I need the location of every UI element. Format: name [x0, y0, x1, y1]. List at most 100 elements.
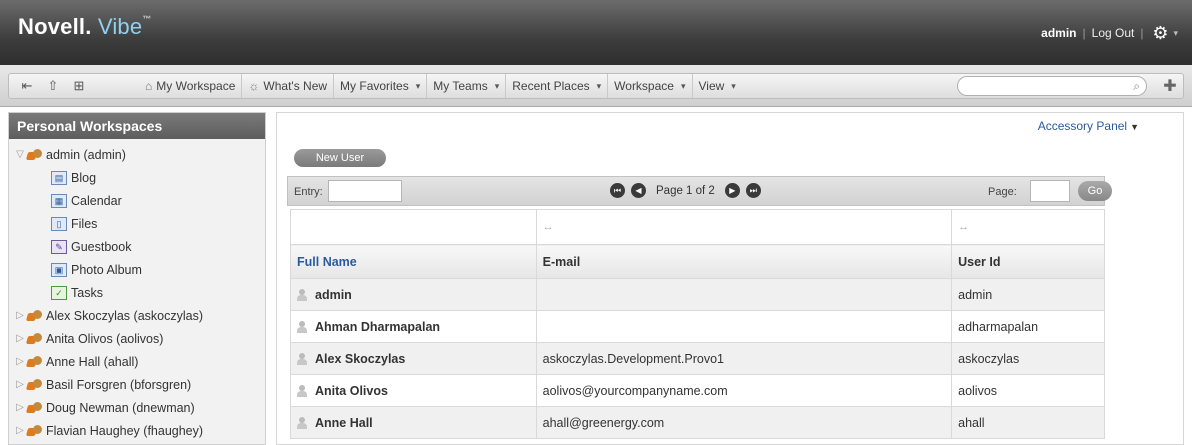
separator: | — [1082, 26, 1086, 40]
cell-full-name: Ahman Dharmapalan — [290, 310, 537, 343]
sun-icon: ☼ — [248, 79, 260, 93]
tree-person[interactable]: ▷ Flavian Haughey (fhaughey) — [9, 419, 265, 442]
tree-icon[interactable]: ⊞ — [69, 77, 89, 95]
page-navigation: ⏮ ◀ Page 1 of 2 ▶ ⏭ — [610, 183, 761, 198]
tree-person[interactable]: ▷ Basil Forsgren (bforsgren) — [9, 373, 265, 396]
expand-icon[interactable]: ▷ — [13, 379, 27, 390]
column-resize-row: ↔ ↔ — [290, 209, 1105, 245]
user-link[interactable]: admin — [297, 288, 530, 302]
user-link[interactable]: Ahman Dharmapalan — [297, 320, 530, 334]
cell-email — [535, 310, 953, 343]
separator: | — [1140, 26, 1144, 40]
person-icon — [27, 332, 43, 345]
user-link[interactable]: Anne Hall — [297, 416, 530, 430]
tree-label: Anita Olivos (aolivos) — [46, 331, 164, 346]
next-page-icon[interactable]: ▶ — [724, 183, 740, 198]
tree-item-guestbook[interactable]: ✎ Guestbook — [9, 235, 265, 258]
panel-title: Personal Workspaces — [9, 113, 265, 139]
tree-root[interactable]: ▽ admin (admin) — [9, 143, 265, 166]
column-header-email[interactable]: E-mail — [535, 244, 953, 279]
main-toolbar: ⇤ ⇧ ⊞ ⌂ My Workspace ☼ What's New My Fav… — [0, 65, 1192, 107]
tree-person[interactable]: ▷ Anita Olivos (aolivos) — [9, 327, 265, 350]
expand-icon[interactable]: ▷ — [13, 356, 27, 367]
expand-icon[interactable]: ▷ — [13, 425, 27, 436]
toolbar-menu: ⌂ My Workspace ☼ What's New My Favorites… — [139, 74, 742, 98]
table-row[interactable]: Anita Olivos aolivos@yourcompanyname.com… — [290, 374, 1105, 407]
brand-tm: ™ — [142, 14, 152, 24]
person-icon — [27, 401, 43, 414]
user-area: admin | Log Out | ⚙ ▾ — [1041, 22, 1178, 44]
search-icon[interactable]: ⌕ — [1133, 79, 1140, 94]
cell-user-id: askoczylas — [951, 342, 1105, 375]
cell-full-name: admin — [290, 278, 537, 311]
menu-my-workspace[interactable]: ⌂ My Workspace — [139, 74, 243, 98]
user-name: Anita Olivos — [315, 383, 388, 398]
toolbar-icons: ⇤ ⇧ ⊞ — [17, 77, 89, 95]
user-link[interactable]: Anita Olivos — [297, 384, 530, 398]
menu-view[interactable]: View ▾ — [693, 74, 742, 98]
logout-link[interactable]: Log Out — [1092, 26, 1135, 40]
expand-icon[interactable]: ▷ — [13, 310, 27, 321]
menu-my-favorites[interactable]: My Favorites ▾ — [334, 74, 428, 98]
new-user-button[interactable]: New User — [294, 149, 386, 167]
go-button[interactable]: Go — [1078, 181, 1112, 201]
blog-icon: ▤ — [51, 170, 67, 185]
chevron-down-icon[interactable]: ▾ — [1173, 28, 1178, 39]
column-resize-handle[interactable]: ↔ — [535, 209, 953, 245]
current-user-link[interactable]: admin — [1041, 26, 1076, 40]
gear-icon[interactable]: ⚙ — [1149, 22, 1171, 44]
entry-input[interactable] — [328, 180, 402, 202]
tree-item-tasks[interactable]: ✓ Tasks — [9, 281, 265, 304]
menu-workspace[interactable]: Workspace ▾ — [608, 74, 693, 98]
dropdown-arrow-icon: ▾ — [494, 80, 500, 91]
person-icon — [27, 378, 43, 391]
novell-vibe-logo[interactable]: Novell. Vibe™ — [18, 14, 152, 40]
cell-user-id: adharmapalan — [951, 310, 1105, 343]
collapse-icon[interactable]: ▽ — [13, 149, 27, 160]
search-options-icon[interactable]: ✚ — [1159, 75, 1181, 97]
last-page-icon[interactable]: ⏭ — [745, 183, 761, 198]
tree-label: admin (admin) — [46, 147, 126, 162]
workspace-tree: ▽ admin (admin) ▤ Blog ▦ Calendar ▯ File… — [9, 139, 265, 442]
menu-label: What's New — [263, 79, 328, 93]
column-resize-handle[interactable]: ↔ — [951, 209, 1105, 245]
tree-item-photo-album[interactable]: ▣ Photo Album — [9, 258, 265, 281]
tree-item-files[interactable]: ▯ Files — [9, 212, 265, 235]
table-row[interactable]: Alex Skoczylas askoczylas.Development.Pr… — [290, 342, 1105, 375]
table-row[interactable]: Ahman Dharmapalan adharmapalan — [290, 310, 1105, 343]
back-icon[interactable]: ⇤ — [17, 77, 37, 95]
tree-label: Tasks — [71, 285, 103, 300]
table-row[interactable]: Anne Hall ahall@greenergy.com ahall — [290, 406, 1105, 439]
tree-person[interactable]: ▷ Alex Skoczylas (askoczylas) — [9, 304, 265, 327]
files-icon: ▯ — [51, 216, 67, 231]
search-input[interactable]: ⌕ — [957, 76, 1147, 96]
page-input[interactable] — [1030, 180, 1070, 202]
expand-icon[interactable]: ▷ — [13, 402, 27, 413]
tree-person[interactable]: ▷ Anne Hall (ahall) — [9, 350, 265, 373]
tree-label: Guestbook — [71, 239, 132, 254]
cell-email — [535, 278, 953, 311]
menu-whats-new[interactable]: ☼ What's New — [242, 74, 335, 98]
prev-page-icon[interactable]: ◀ — [631, 183, 646, 198]
user-icon — [297, 352, 307, 365]
tree-label: Photo Album — [71, 262, 142, 277]
column-header-user-id[interactable]: User Id — [951, 244, 1105, 279]
users-table: ↔ ↔ Full Name E-mail User Id admin admin… — [290, 209, 1105, 439]
tree-item-blog[interactable]: ▤ Blog — [9, 166, 265, 189]
entry-label: Entry: — [294, 186, 323, 198]
upload-icon[interactable]: ⇧ — [43, 77, 63, 95]
dropdown-arrow-icon: ▾ — [680, 80, 686, 91]
expand-icon[interactable]: ▷ — [13, 333, 27, 344]
menu-recent-places[interactable]: Recent Places ▾ — [506, 74, 609, 98]
first-page-icon[interactable]: ⏮ — [610, 183, 625, 198]
menu-my-teams[interactable]: My Teams ▾ — [427, 74, 507, 98]
table-row[interactable]: admin admin — [290, 278, 1105, 311]
menu-label: My Teams — [433, 79, 488, 93]
person-icon — [27, 424, 43, 437]
tree-item-calendar[interactable]: ▦ Calendar — [9, 189, 265, 212]
column-header-full-name[interactable]: Full Name — [290, 244, 537, 279]
accessory-panel-label: Accessory Panel — [1037, 119, 1128, 133]
user-link[interactable]: Alex Skoczylas — [297, 352, 530, 366]
tree-person[interactable]: ▷ Doug Newman (dnewman) — [9, 396, 265, 419]
accessory-panel-link[interactable]: Accessory Panel ▼ — [1038, 119, 1139, 133]
